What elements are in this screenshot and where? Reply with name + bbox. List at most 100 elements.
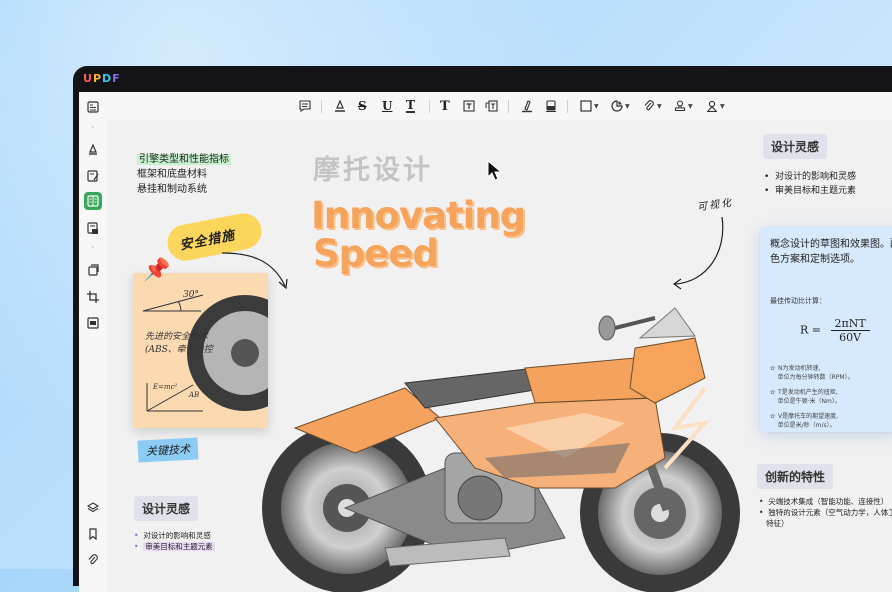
export-icon[interactable] bbox=[84, 219, 102, 237]
features-list: • 尖端技术集成（智能功能、连接性） • 独特的设计元素（空气动力学，人体工 特… bbox=[759, 496, 892, 529]
sidebar-divider bbox=[92, 126, 94, 128]
strike-label: S bbox=[358, 99, 367, 113]
layers-icon[interactable] bbox=[84, 499, 102, 517]
inspiration-list: • 对设计的影响和灵感 • 审美目标和主题元素 bbox=[764, 170, 856, 198]
card-description: 概念设计的草图和效果图。配色方案和定制选项。 bbox=[770, 239, 892, 265]
headline-line-1: Innovating bbox=[311, 194, 526, 237]
formula-denominator: 60V bbox=[839, 331, 862, 344]
attachment-icon[interactable]: ▼ bbox=[642, 98, 662, 114]
ab-label: AB bbox=[189, 391, 200, 399]
sidebar-divider bbox=[92, 246, 94, 248]
page-title: 摩托设计 bbox=[313, 155, 433, 186]
note-item: ✿ T是发动机产生的扭矩, 单位是牛顿·米（Nm）。 bbox=[770, 388, 841, 406]
list-item-text: 对设计的影响和灵感 bbox=[143, 531, 211, 540]
angle-label: 30° bbox=[183, 290, 199, 300]
signature-icon[interactable]: ▼ bbox=[705, 98, 725, 114]
list-item: • 审美目标和主题元素 bbox=[764, 186, 857, 196]
formula-lhs: R = bbox=[800, 323, 821, 337]
highlight-icon[interactable] bbox=[333, 98, 347, 114]
chevron-down-icon: ▼ bbox=[720, 102, 725, 110]
list-item: 框架和底盘材料 bbox=[137, 169, 207, 180]
arrow-annotation bbox=[672, 216, 724, 290]
highlighted-text: 审美目标和主题元素 bbox=[143, 542, 215, 551]
list-item: • 审美目标和主题元素 bbox=[134, 542, 215, 551]
attachment-icon[interactable] bbox=[84, 551, 102, 569]
stamp-copy-icon[interactable] bbox=[84, 261, 102, 279]
chevron-down-icon: ▼ bbox=[688, 102, 693, 110]
note-line: 单位为每分钟转数（RPM）。 bbox=[777, 374, 854, 381]
page-view-icon[interactable] bbox=[84, 98, 102, 116]
inspiration-tag: 设计灵感 bbox=[763, 134, 828, 159]
spec-list: 引擎类型和性能指标 框架和底盘材料 悬挂和制动系统 bbox=[137, 152, 231, 197]
list-item: • 尖端技术集成（智能功能、连接性） bbox=[759, 497, 889, 506]
toolbar-divider bbox=[321, 100, 322, 113]
cursor-icon bbox=[487, 160, 503, 181]
text-comment-icon[interactable]: T bbox=[440, 98, 450, 114]
note-line: T是发动机产生的扭矩, bbox=[778, 389, 838, 396]
list-item: 特征） bbox=[759, 518, 892, 529]
redact-icon[interactable] bbox=[84, 314, 102, 332]
features-tag: 创新的特性 bbox=[757, 464, 834, 489]
highlighter-icon[interactable] bbox=[84, 140, 102, 158]
list-item-text: 对设计的影响和灵感 bbox=[775, 172, 857, 182]
list-item: 悬挂和制动系统 bbox=[137, 184, 207, 195]
squiggly-label: T bbox=[406, 98, 415, 113]
strikethrough-icon[interactable]: S bbox=[358, 98, 367, 114]
note-line: N为发动机转速, bbox=[778, 365, 821, 372]
left-sidebar bbox=[79, 92, 108, 592]
card-label: 最佳传动比计算： bbox=[770, 297, 826, 305]
note-item: ✿ N为发动机转速, 单位为每分钟转数（RPM）。 bbox=[770, 364, 854, 382]
bottom-inspiration-list: • 对设计的影响和灵感 • 审美目标和主题元素 bbox=[134, 530, 215, 552]
note-line: 单位是米/秒（m/s）。 bbox=[777, 422, 836, 429]
logo-letter: D bbox=[102, 72, 113, 85]
text-callout-icon[interactable] bbox=[485, 98, 499, 114]
pushpin-icon: 📌 bbox=[143, 258, 171, 283]
app-logo: UPDF bbox=[83, 72, 121, 85]
text-comment-label: T bbox=[440, 98, 450, 114]
list-item: • 对设计的影响和灵感 bbox=[764, 172, 857, 182]
eraser-icon[interactable] bbox=[544, 98, 558, 114]
organize-pages-icon[interactable] bbox=[84, 192, 102, 210]
sticky-line-2: (ABS、牵引力控 bbox=[145, 345, 213, 355]
list-item: • 对设计的影响和灵感 bbox=[134, 531, 211, 540]
formula-numerator: 2πNT bbox=[830, 317, 870, 331]
note-line: V是摩托车的期望速度, bbox=[778, 413, 839, 420]
highlighted-text: 引擎类型和性能指标 bbox=[137, 154, 231, 165]
title-bar: UPDF bbox=[73, 66, 892, 92]
formula-card[interactable]: 概念设计的草图和效果图。配色方案和定制选项。 最佳传动比计算： R = 2πNT… bbox=[760, 227, 892, 432]
pencil-icon[interactable] bbox=[520, 98, 534, 114]
list-item: 引擎类型和性能指标 bbox=[137, 152, 231, 167]
handwritten-note: 可视化 bbox=[696, 197, 734, 214]
comment-icon[interactable] bbox=[298, 98, 312, 114]
list-item-text: 审美目标和主题元素 bbox=[775, 186, 857, 196]
sticky-note[interactable]: 30° 先进的安全技术 (ABS、牵引力控 E=mc² AB bbox=[133, 273, 268, 428]
text-box-icon[interactable] bbox=[462, 98, 476, 114]
chevron-down-icon: ▼ bbox=[594, 102, 599, 110]
sticker-icon[interactable]: ▼ bbox=[610, 98, 630, 114]
document-page[interactable]: 引擎类型和性能指标 框架和底盘材料 悬挂和制动系统 摩托设计 Innovatin… bbox=[107, 120, 892, 592]
formula-fraction: 2πNT 60V bbox=[830, 317, 870, 344]
edit-text-icon[interactable] bbox=[84, 167, 102, 185]
toolbar-divider bbox=[567, 100, 568, 113]
list-item-text: 独特的设计元素（空气动力学，人体工 bbox=[768, 508, 892, 517]
formula-label: E=mc² bbox=[153, 383, 178, 391]
shape-icon[interactable]: ▼ bbox=[579, 98, 599, 114]
toolbar-divider bbox=[429, 100, 430, 113]
stamp-icon[interactable]: ▼ bbox=[673, 98, 693, 114]
note-item: ✿ V是摩托车的期望速度, 单位是米/秒（m/s）。 bbox=[770, 412, 838, 430]
crop-icon[interactable] bbox=[84, 288, 102, 306]
chevron-down-icon: ▼ bbox=[657, 102, 662, 110]
toolbar-divider bbox=[508, 100, 509, 113]
list-item: • 独特的设计元素（空气动力学，人体工 bbox=[759, 507, 892, 518]
key-tech-tag[interactable]: 关键技术 bbox=[137, 437, 199, 463]
underline-icon[interactable]: U bbox=[382, 98, 392, 114]
bookmark-icon[interactable] bbox=[84, 525, 102, 543]
note-line: 单位是牛顿·米（Nm）。 bbox=[777, 398, 841, 405]
star-icon: ✿ bbox=[770, 413, 776, 420]
logo-letter: U bbox=[83, 72, 93, 85]
ratio-formula: R = 2πNT 60V bbox=[800, 317, 870, 344]
list-item-text: 尖端技术集成（智能功能、连接性） bbox=[768, 497, 889, 506]
app-window: UPDF S U T T ▼ ▼ ▼ ▼ ▼ 引擎类型和性能指标 框架和底盘材料… bbox=[73, 66, 892, 592]
squiggly-underline-icon[interactable]: T bbox=[406, 98, 415, 114]
logo-letter: P bbox=[92, 72, 102, 85]
